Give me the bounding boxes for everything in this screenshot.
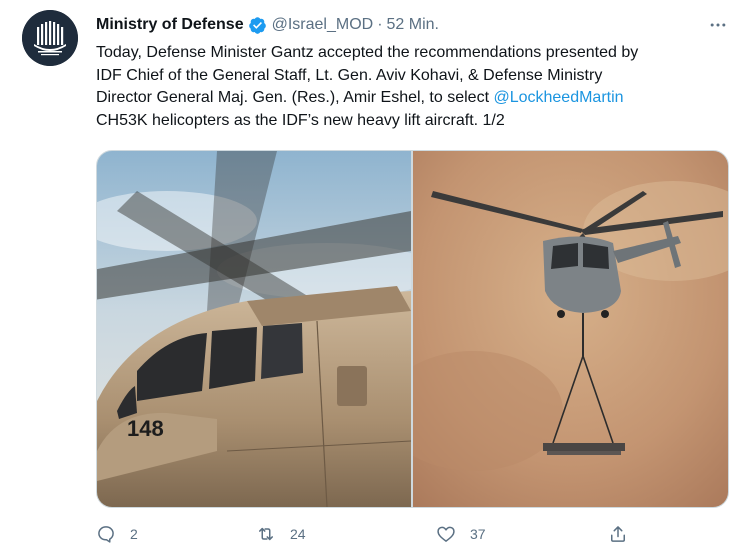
tweet-text-line: Today, Defense Minister Gantz accepted t… (96, 44, 639, 61)
helicopter-lifting-photo[interactable] (413, 151, 728, 507)
separator-dot: · (377, 16, 383, 33)
tweet-card[interactable]: Ministry of Defense @Israel_MOD · 52 Min… (0, 0, 756, 555)
tweet-text-line: Director General Maj. Gen. (Res.), Amir … (96, 87, 736, 110)
retweet-button[interactable]: 24 (256, 520, 306, 548)
ministry-logo-icon (22, 10, 78, 66)
handle[interactable]: @Israel_MOD (272, 16, 374, 34)
reply-icon (98, 526, 114, 543)
tweet-actions: 2 24 37 (96, 520, 736, 548)
tweet-header: Ministry of Defense @Israel_MOD · 52 Min… (96, 13, 738, 37)
heart-icon (437, 526, 455, 542)
display-name[interactable]: Ministry of Defense (96, 16, 244, 34)
tweet-text: Today, Defense Minister Gantz accepted t… (96, 42, 736, 132)
like-count: 37 (470, 526, 486, 542)
reply-count: 2 (130, 526, 138, 542)
reply-button[interactable]: 2 (96, 520, 138, 548)
timestamp[interactable]: 52 Min. (387, 16, 439, 34)
like-button[interactable]: 37 (436, 520, 486, 548)
aircraft-number: 148 (127, 416, 164, 441)
retweet-icon (259, 527, 273, 541)
mention-link[interactable]: @LockheedMartin (493, 89, 623, 106)
share-icon (611, 526, 625, 542)
avatar[interactable] (22, 10, 78, 66)
tweet-text-line: CH53K helicopters as the IDF’s new heavy… (96, 111, 505, 129)
more-options-button[interactable] (706, 13, 730, 37)
tweet-text-line: IDF Chief of the General Staff, Lt. Gen.… (96, 66, 603, 84)
verified-badge-icon (248, 16, 266, 34)
retweet-count: 24 (290, 526, 306, 542)
tweet-text-segment: Director General Maj. Gen. (Res.), Amir … (96, 89, 494, 106)
helicopter-closeup-image: 148 (97, 151, 411, 507)
more-horizontal-icon (710, 23, 726, 27)
helicopter-lifting-image (413, 151, 728, 507)
media-grid: 148 (96, 150, 729, 508)
helicopter-closeup-photo[interactable]: 148 (97, 151, 411, 507)
share-button[interactable] (608, 520, 628, 548)
